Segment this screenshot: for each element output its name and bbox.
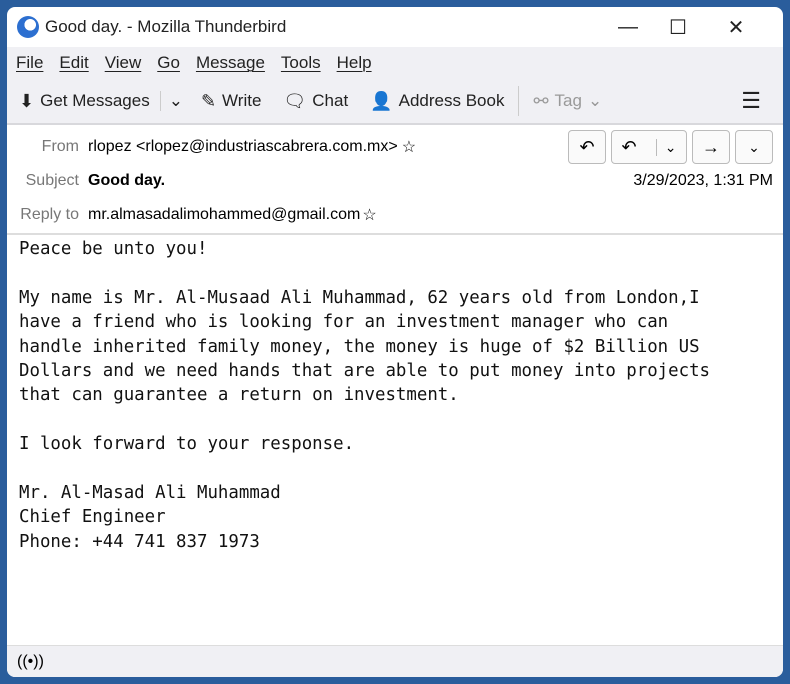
subject-row: Subject Good day. xyxy=(7,172,165,190)
chevron-down-icon[interactable]: ⌄ xyxy=(655,138,676,156)
star-icon[interactable]: ☆ xyxy=(402,137,416,157)
message-actions: ↶ ↶ ⌄ → ⌄ xyxy=(563,130,773,164)
forward-button[interactable]: → xyxy=(692,130,730,164)
message-header: From rlopez <rlopez@industriascabrera.com… xyxy=(7,125,783,235)
forward-icon: → xyxy=(702,136,720,157)
reply-to-value[interactable]: mr.almasadalimohammed@gmail.com xyxy=(88,206,360,224)
chat-icon: 🗨 xyxy=(283,90,307,111)
tag-button[interactable]: ⚯ Tag ⌄ xyxy=(533,91,602,112)
status-bar: ((•)) xyxy=(7,645,783,677)
subject-label: Subject xyxy=(25,172,79,189)
chat-label: Chat xyxy=(312,91,349,110)
star-icon[interactable]: ☆ xyxy=(362,205,376,225)
reply-all-button[interactable]: ↶ ⌄ xyxy=(611,130,687,164)
minimize-button[interactable]: — xyxy=(603,7,653,47)
chevron-down-icon: ⌄ xyxy=(168,91,183,110)
from-row: From rlopez <rlopez@industriascabrera.com… xyxy=(7,137,416,157)
online-status-icon[interactable]: ((•)) xyxy=(17,653,44,671)
menu-view[interactable]: View xyxy=(105,53,142,73)
more-button[interactable]: ⌄ xyxy=(735,130,773,164)
address-book-button[interactable]: 👤 Address Book xyxy=(370,91,504,112)
menu-tools[interactable]: Tools xyxy=(281,53,321,73)
tag-label: Tag xyxy=(554,91,582,110)
address-book-icon: 👤 xyxy=(370,90,393,111)
reply-to-label: Reply to xyxy=(20,206,79,223)
hamburger-menu-icon[interactable]: ☰ xyxy=(741,88,761,114)
reply-icon: ↶ xyxy=(579,136,595,157)
maximize-button[interactable]: ☐ xyxy=(653,7,703,47)
toolbar-separator xyxy=(518,86,520,116)
from-label: From xyxy=(41,138,79,155)
get-messages-button[interactable]: ⬇ Get Messages xyxy=(19,91,150,112)
menu-go[interactable]: Go xyxy=(157,53,180,73)
menu-edit[interactable]: Edit xyxy=(59,53,88,73)
write-button[interactable]: ✎ Write xyxy=(201,91,261,112)
address-book-label: Address Book xyxy=(398,91,505,110)
chevron-down-icon: ⌄ xyxy=(748,138,760,155)
chat-button[interactable]: 🗨 Chat xyxy=(283,91,348,112)
reply-button[interactable]: ↶ xyxy=(568,130,606,164)
pencil-icon: ✎ xyxy=(200,90,217,111)
close-button[interactable]: ✕ xyxy=(711,7,761,47)
subject-value: Good day. xyxy=(88,172,166,189)
tag-icon: ⚯ xyxy=(533,90,549,111)
get-messages-label: Get Messages xyxy=(40,91,150,110)
message-body: Peace be unto you! My name is Mr. Al-Mus… xyxy=(19,239,711,552)
write-label: Write xyxy=(222,91,262,110)
menu-file[interactable]: File xyxy=(16,53,43,73)
menu-message[interactable]: Message xyxy=(196,53,265,73)
message-date: 3/29/2023, 1:31 PM xyxy=(633,172,773,189)
from-value[interactable]: rlopez <rlopez@industriascabrera.com.mx> xyxy=(88,138,398,156)
thunderbird-window: Good day. - Mozilla Thunderbird — ☐ ✕ Fi… xyxy=(7,7,783,677)
window-title: Good day. - Mozilla Thunderbird xyxy=(45,17,287,36)
toolbar: ⬇ Get Messages ⌄ ✎ Write 🗨 Chat 👤 Address Bo… xyxy=(7,79,783,125)
chevron-down-icon: ⌄ xyxy=(587,91,603,110)
download-icon: ⬇ xyxy=(19,90,35,111)
menu-help[interactable]: Help xyxy=(337,53,372,73)
menu-bar: File Edit View Go Message Tools Help xyxy=(7,47,783,79)
reply-to-row: Reply to mr.almasadalimohammed@gmail.com ☆ xyxy=(7,205,376,225)
get-messages-dropdown[interactable]: ⌄ xyxy=(159,91,183,111)
reply-all-icon: ↶ xyxy=(621,136,637,157)
thunderbird-logo-icon xyxy=(17,16,39,38)
